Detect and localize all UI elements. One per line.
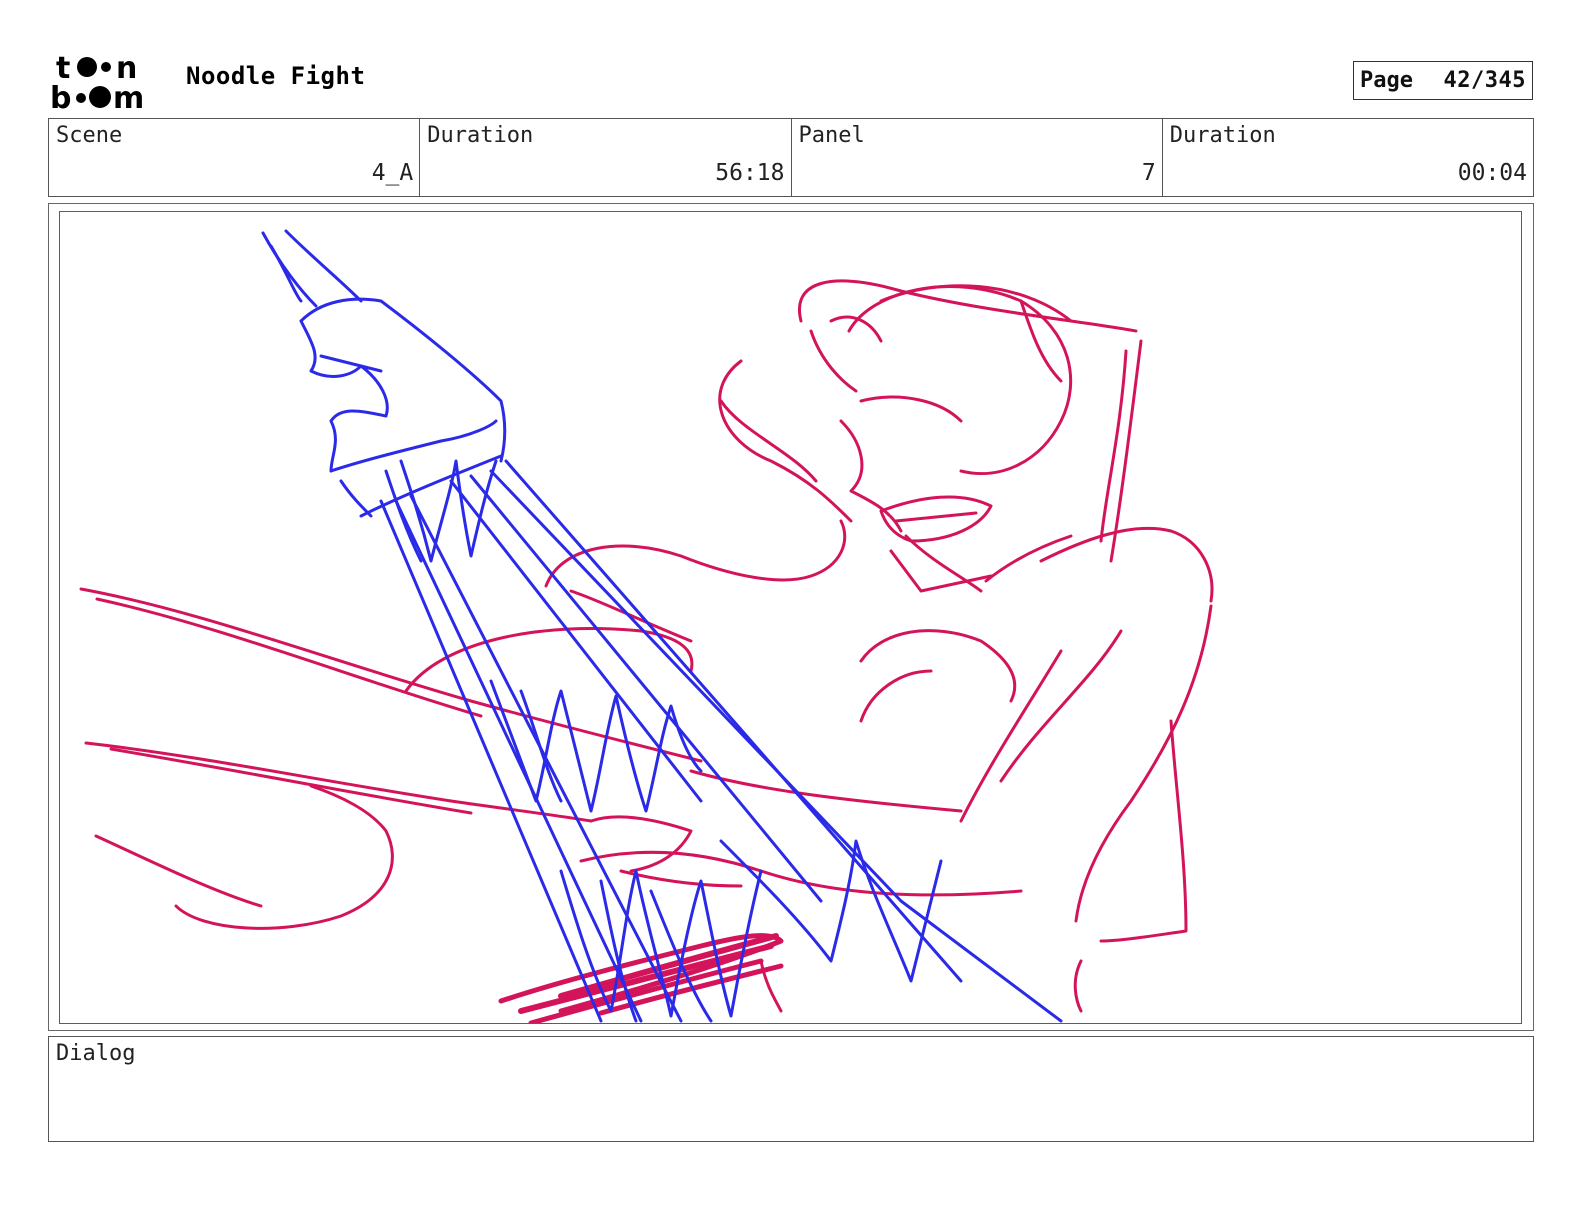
page-indicator: Page 42/345 bbox=[1353, 61, 1533, 100]
dialog-label: Dialog bbox=[56, 1041, 136, 1066]
toon-boom-logo: t n b m bbox=[50, 51, 144, 112]
scene-duration-cell: Duration 56:18 bbox=[420, 119, 792, 196]
panel-label: Panel bbox=[798, 123, 865, 148]
page-label: Page bbox=[1360, 68, 1413, 93]
svg-text:b: b bbox=[50, 81, 71, 112]
scene-info-row: Scene 4_A Duration 56:18 Panel 7 Duratio… bbox=[48, 118, 1534, 197]
sketch-drawing bbox=[79, 229, 1214, 1023]
storyboard-panel bbox=[59, 211, 1522, 1024]
panel-value: 7 bbox=[1141, 160, 1156, 186]
panel-duration-cell: Duration 00:04 bbox=[1163, 119, 1533, 196]
scene-duration-label: Duration bbox=[427, 123, 534, 148]
scene-duration-value: 56:18 bbox=[715, 160, 785, 186]
panel-duration-label: Duration bbox=[1169, 123, 1276, 148]
scene-cell: Scene 4_A bbox=[49, 119, 421, 196]
panel-cell: Panel 7 bbox=[792, 119, 1163, 196]
page-number: 42/345 bbox=[1443, 68, 1526, 93]
panel-duration-value: 00:04 bbox=[1457, 160, 1527, 186]
scene-value: 4_A bbox=[371, 160, 414, 186]
blue-sketch-weapon bbox=[261, 229, 1063, 1023]
project-title: Noodle Fight bbox=[186, 62, 366, 90]
dialog-box: Dialog bbox=[48, 1036, 1534, 1142]
svg-text:m: m bbox=[113, 81, 144, 112]
scene-label: Scene bbox=[56, 123, 123, 148]
